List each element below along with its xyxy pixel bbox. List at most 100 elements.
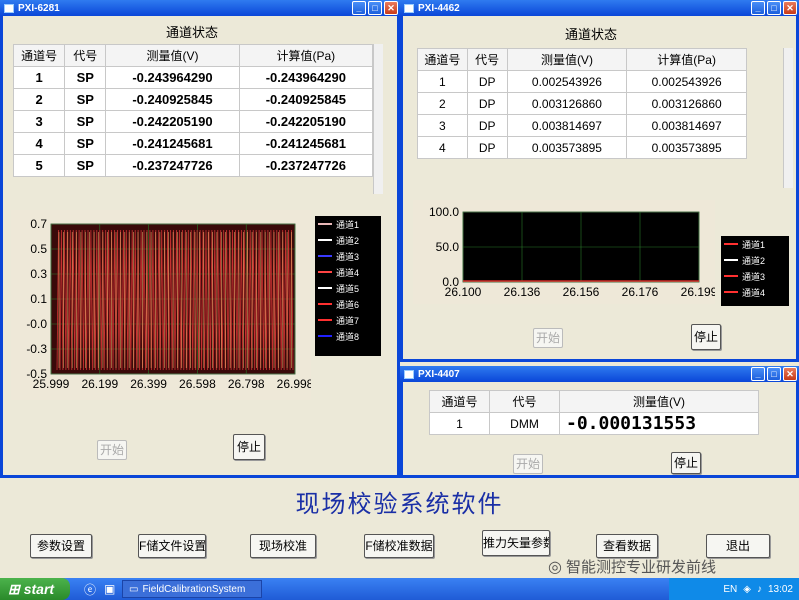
storage-file-settings-button[interactable]: F储文件设置 <box>138 534 206 558</box>
x-tick-label: 26.176 <box>622 285 659 299</box>
folder-quicklaunch-icon[interactable]: ▣ <box>104 582 115 596</box>
table-cell: DP <box>466 70 508 93</box>
storage-calibration-data-button[interactable]: F储校准数据 <box>364 534 434 558</box>
table-cell: 3 <box>417 114 468 137</box>
window-titlebar[interactable]: PXI-6281 _ □ ✕ <box>0 0 400 16</box>
close-button[interactable]: ✕ <box>783 1 797 15</box>
window-title: PXI-4462 <box>418 2 460 14</box>
y-tick-label: 100.0 <box>429 205 459 219</box>
column-header: 测量值(V) <box>105 44 240 67</box>
table-scrollbar[interactable] <box>783 48 793 188</box>
field-calibration-button[interactable]: 现场校准 <box>250 534 316 558</box>
minimize-button[interactable]: _ <box>751 367 765 381</box>
x-tick-label: 26.798 <box>228 377 265 391</box>
table-row[interactable]: 1 DP 0.002543926 0.002543926 <box>417 70 747 93</box>
table-row[interactable]: 3 DP 0.003814697 0.003814697 <box>417 114 747 137</box>
table-cell: SP <box>64 132 107 155</box>
start-button[interactable]: 开始 <box>533 328 563 348</box>
exit-button[interactable]: 退出 <box>706 534 770 558</box>
table-row[interactable]: 1 SP -0.243964290 -0.243964290 <box>12 66 374 89</box>
stop-button[interactable]: 停止 <box>691 324 721 350</box>
window-pxi-4462: PXI-4462 _ □ ✕ 通道状态 通道号 代号 测量值(V) 计算值(Pa) 1 D… <box>400 0 799 362</box>
minimize-button[interactable]: _ <box>751 1 765 15</box>
panel-title: 通道状态 <box>166 25 219 40</box>
channel-table: 通道号 代号 测量值(V) 计算值(Pa) 1 SP -0.243964290 -0.2439… <box>12 44 374 177</box>
table-cell: 0.003126860 <box>626 92 747 115</box>
ie-quicklaunch-icon[interactable]: ⓔ <box>84 581 96 598</box>
legend-swatch <box>318 255 332 257</box>
start-button[interactable]: 开始 <box>97 440 127 460</box>
column-header: 通道号 <box>12 44 66 67</box>
table-row[interactable]: 4 SP -0.241245681 -0.241245681 <box>12 132 374 155</box>
start-button[interactable]: 开始 <box>513 454 543 474</box>
table-cell: 2 <box>417 92 468 115</box>
table-row[interactable]: 2 SP -0.240925845 -0.240925845 <box>12 88 374 111</box>
x-tick-label: 26.136 <box>504 285 541 299</box>
x-tick-label: 26.998 <box>277 377 311 391</box>
table-cell: DP <box>466 136 508 159</box>
table-cell: -0.240925845 <box>105 88 240 111</box>
waveform-chart: 100.050.00.026.100 26.136 26.156 26.176 26.1… <box>429 205 718 299</box>
window-icon <box>404 369 414 379</box>
param-settings-button[interactable]: 参数设置 <box>30 534 92 558</box>
legend-item: 通道5 <box>315 280 381 296</box>
window-icon <box>4 3 14 13</box>
table-row[interactable]: 4 DP 0.003573895 0.003573895 <box>417 136 747 159</box>
system-tray: EN ◈ ♪ 13:02 <box>669 578 799 600</box>
legend-label: 通道8 <box>336 331 360 342</box>
table-cell: SP <box>64 88 107 111</box>
legend-label: 通道5 <box>336 283 360 294</box>
legend-label: 通道4 <box>336 267 360 278</box>
start-menu-button[interactable]: ⊞ start <box>0 578 70 600</box>
legend-label: 通道3 <box>336 251 360 262</box>
table-scrollbar[interactable] <box>373 44 383 194</box>
close-button[interactable]: ✕ <box>783 367 797 381</box>
stop-button[interactable]: 停止 <box>233 434 265 460</box>
x-tick-label: 26.598 <box>179 377 216 391</box>
legend-swatch <box>318 319 332 321</box>
table-cell: -0.242205190 <box>105 110 240 133</box>
stop-button[interactable]: 停止 <box>671 452 701 474</box>
table-cell: -0.237247726 <box>238 154 374 177</box>
window-title: PXI-4407 <box>418 368 460 380</box>
minimize-button[interactable]: _ <box>352 1 366 15</box>
maximize-button[interactable]: □ <box>767 367 781 381</box>
main-title: 现场校验系统软件 <box>295 492 504 518</box>
table-row[interactable]: 2 DP 0.003126860 0.003126860 <box>417 92 747 115</box>
view-data-button[interactable]: 查看数据 <box>596 534 658 558</box>
taskbar: ⊞ start ⓔ ▣ ▭ FieldCalibrationSystem EN … <box>0 578 799 600</box>
table-cell: 0.003573895 <box>506 136 628 159</box>
cell-channel: 1 <box>429 412 490 435</box>
table-cell: 5 <box>12 154 66 177</box>
table-row[interactable]: 5 SP -0.237247726 -0.237247726 <box>12 154 374 177</box>
x-tick-label: 26.399 <box>130 377 167 391</box>
window-titlebar[interactable]: PXI-4407 _ □ ✕ <box>400 366 799 382</box>
window-pxi-4407: PXI-4407 _ □ ✕ 通道号 代号 测量值(V) 1 DMM -0.00… <box>400 366 799 478</box>
maximize-button[interactable]: □ <box>368 1 382 15</box>
column-header: 代号 <box>64 44 107 67</box>
legend-swatch <box>318 239 332 241</box>
tray-icon[interactable]: ◈ <box>743 584 751 595</box>
legend-item: 通道3 <box>721 268 789 284</box>
table-cell: -0.243964290 <box>238 66 374 89</box>
table-row[interactable]: 3 SP -0.242205190 -0.242205190 <box>12 110 374 133</box>
language-indicator[interactable]: EN <box>723 584 737 595</box>
table-cell: -0.241245681 <box>238 132 374 155</box>
legend-item: 通道3 <box>315 248 381 264</box>
legend-item: 通道2 <box>315 232 381 248</box>
legend-swatch <box>724 243 738 245</box>
chart-legend: 通道1 通道2 通道3 通道4 通道5 通道6 通道7 通道8 <box>315 216 381 356</box>
legend-swatch <box>318 303 332 305</box>
legend-swatch <box>318 223 332 225</box>
taskbar-item[interactable]: ▭ FieldCalibrationSystem <box>122 580 262 598</box>
panel-title: 通道状态 <box>565 27 618 42</box>
maximize-button[interactable]: □ <box>767 1 781 15</box>
table-cell: 1 <box>12 66 66 89</box>
x-tick-label: 26.199 <box>81 377 118 391</box>
volume-icon[interactable]: ♪ <box>757 584 762 595</box>
legend-item: 通道1 <box>315 216 381 232</box>
close-button[interactable]: ✕ <box>384 1 398 15</box>
column-header: 测量值(V) <box>506 48 628 71</box>
thrust-vector-params-button[interactable]: 推力矢量参数 <box>482 530 550 556</box>
window-titlebar[interactable]: PXI-4462 _ □ ✕ <box>400 0 799 16</box>
